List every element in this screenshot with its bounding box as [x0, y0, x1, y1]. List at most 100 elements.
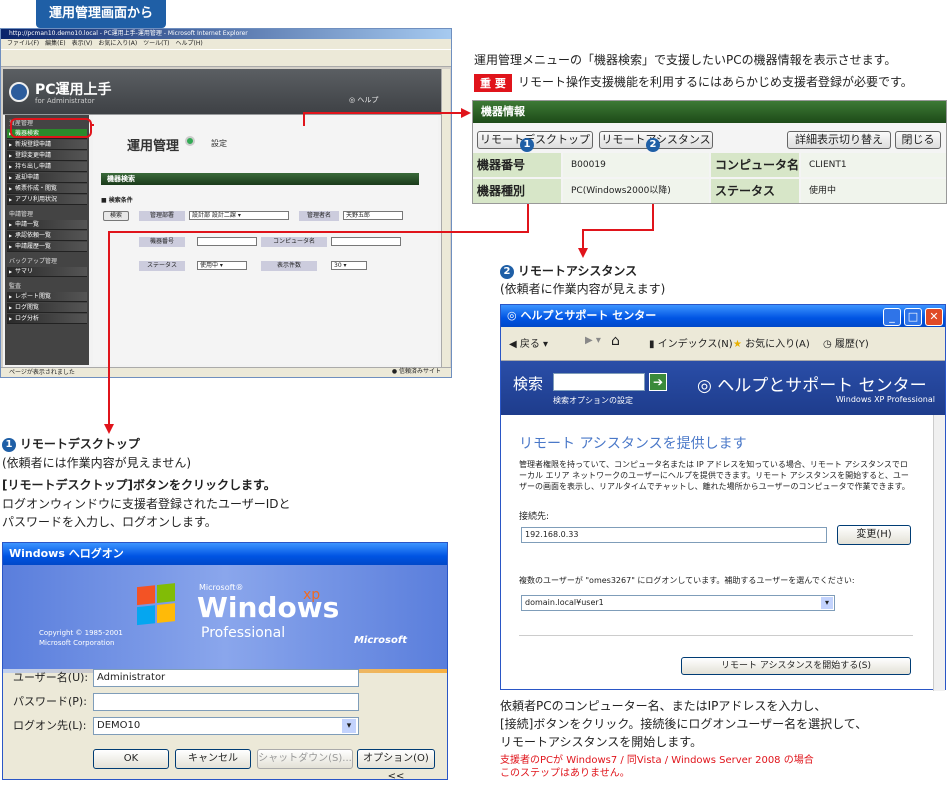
- back-button[interactable]: ◀ 戻る ▾: [509, 335, 548, 350]
- change-button[interactable]: 変更(H): [837, 525, 911, 545]
- sidebar-item[interactable]: 返却申請: [7, 173, 87, 183]
- important-text: リモート操作支援機能を利用するにはあらかじめ支援者登録が必要です。: [518, 75, 913, 89]
- search-options-link[interactable]: 検索オプションの設定: [553, 395, 633, 406]
- close-button[interactable]: 閉じる: [895, 131, 941, 149]
- maximize-button[interactable]: □: [904, 308, 922, 326]
- sidebar-item[interactable]: 新規登録申請: [7, 140, 87, 150]
- type-label: 機器種別: [473, 179, 561, 203]
- sidebar-item[interactable]: 帳票作成・閲覧: [7, 184, 87, 194]
- history-button[interactable]: ◷ 履歴(Y): [823, 335, 869, 350]
- connector-line: [582, 229, 654, 231]
- detail-toggle-button[interactable]: 詳細表示切り替え: [787, 131, 891, 149]
- user-select[interactable]: domain.local¥user1 ▾: [521, 595, 835, 611]
- pass-label: パスワード(P):: [13, 695, 87, 708]
- help-banner: 検索 ➔ 検索オプションの設定 ◎ ヘルプとサポート センター Windows …: [501, 361, 945, 415]
- ms-logo: Microsoft: [353, 635, 407, 646]
- logon-title: Windows へログオン: [3, 543, 447, 565]
- cond-label: ■ 検索条件: [101, 197, 133, 204]
- forward-button[interactable]: ▶ ▾: [585, 335, 601, 346]
- cancel-button[interactable]: キャンセル: [175, 749, 251, 769]
- password-input[interactable]: [93, 693, 359, 711]
- step2-sub: (依頼者に作業内容が見えます): [500, 282, 666, 296]
- conn-input[interactable]: 192.168.0.33: [521, 527, 827, 543]
- remote-desktop-button[interactable]: リモートデスクトップ: [477, 131, 593, 149]
- step2-desc3: リモートアシスタンスを開始します。: [500, 735, 703, 749]
- conn-label: 接続先:: [519, 512, 550, 522]
- step2-note2: このステップはありません。: [500, 768, 630, 779]
- windows-flag-icon: [137, 583, 177, 627]
- sidebar-item[interactable]: 申請履歴一覧: [7, 242, 87, 252]
- close-icon[interactable]: ✕: [925, 308, 943, 326]
- start-ra-button[interactable]: リモート アシスタンスを開始する(S): [681, 657, 911, 675]
- step1-sub: (依頼者には作業内容が見えません): [2, 456, 192, 470]
- ok-button[interactable]: OK: [93, 749, 169, 769]
- important-badge: 重 要: [474, 74, 512, 92]
- admin-label: 管理者名: [299, 211, 339, 221]
- num-value: B00019: [563, 153, 709, 177]
- dept-label: 管理部署: [139, 211, 185, 221]
- help-scrollbar[interactable]: [933, 415, 945, 691]
- favorites-button[interactable]: ★ お気に入り(A): [733, 335, 810, 350]
- index-button[interactable]: ▮ インデックス(N): [649, 335, 733, 350]
- shutdown-button[interactable]: シャットダウン(S)...: [257, 749, 353, 769]
- sidebar-item[interactable]: 承認依頼一覧: [7, 231, 87, 241]
- arrow-down: [104, 424, 114, 434]
- ie-statusbar: ページが表示されました: [1, 367, 451, 377]
- main-title: 運用管理: [127, 139, 180, 154]
- sidebar-item[interactable]: ログ閲覧: [7, 303, 87, 313]
- help-window: ◎ ヘルプとサポート センター _ □ ✕ ◀ 戻る ▾ ▶ ▾ ⌂ ▮ インデ…: [500, 304, 946, 691]
- dest-select[interactable]: DEMO10 ▾: [93, 717, 359, 735]
- users-label: 複数のユーザーが "omes3267" にログオンしています。補助するユーザーを…: [519, 576, 855, 585]
- step2-desc1: 依頼者PCのコンピューター名、またはIPアドレスを入力し、: [500, 699, 827, 713]
- sidebar-item[interactable]: 申請一覧: [7, 220, 87, 230]
- dept-select[interactable]: 設計部 設計二課 ▾: [189, 211, 289, 220]
- num-input[interactable]: [197, 237, 257, 246]
- settings-icon[interactable]: [185, 136, 195, 146]
- help-toolbar: ◀ 戻る ▾ ▶ ▾ ⌂ ▮ インデックス(N) ★ お気に入り(A) ◷ 履歴…: [501, 327, 945, 361]
- ie-menubar[interactable]: ファイル(F) 編集(E) 表示(V) お気に入り(A) ツール(T) ヘルプ(…: [1, 39, 451, 49]
- sidebar-item[interactable]: 持ち出し申請: [7, 162, 87, 172]
- logo-pro: Professional: [201, 625, 286, 641]
- sidebar-item[interactable]: 登録変更申請: [7, 151, 87, 161]
- highlight-frame: [10, 118, 92, 138]
- ie-window: http://pcman10.demo10.local - PC運用上手-運用管…: [0, 28, 452, 378]
- intro-text: 運用管理メニューの「機器検索」で支援したいPCの機器情報を表示させます。: [474, 53, 897, 67]
- home-icon[interactable]: ⌂: [611, 333, 620, 349]
- type-value: PC(Windows2000以降): [563, 179, 709, 203]
- device-info-title: 機器情報: [473, 101, 946, 123]
- sidebar-item[interactable]: ログ分析: [7, 314, 87, 324]
- search-button[interactable]: 検索: [103, 211, 129, 221]
- header-tag: 運用管理画面から: [36, 0, 166, 28]
- admin-input[interactable]: 天野五郎: [343, 211, 403, 220]
- comp-input[interactable]: [331, 237, 401, 246]
- step2-heading: 2 リモートアシスタンス: [500, 263, 637, 280]
- dest-label: ログオン先(L):: [13, 719, 87, 732]
- sidebar-category: 申請管理: [9, 211, 34, 218]
- chevron-down-icon[interactable]: ▾: [342, 719, 356, 733]
- status-label: ステータス: [139, 261, 185, 271]
- sidebar-category: バックアップ管理: [9, 258, 58, 265]
- help-brand-sub: Windows XP Professional: [835, 395, 935, 404]
- logon-banner: Microsoft® Windows xp Professional Copyr…: [3, 565, 447, 669]
- connector-line: [108, 231, 529, 233]
- help-link[interactable]: ◎ ヘルプ: [349, 95, 378, 105]
- status-select[interactable]: 使用中 ▾: [197, 261, 247, 270]
- brand-icon: [9, 82, 29, 102]
- settings-link[interactable]: 設定: [211, 138, 227, 149]
- connector-line: [303, 112, 305, 126]
- minimize-button[interactable]: _: [883, 308, 901, 326]
- step2-desc2: [接続]ボタンをクリック。接続後にログオンユーザー名を選択して、: [500, 717, 868, 731]
- step1-desc1: ログオンウィンドウに支援者登録されたユーザーIDと: [2, 497, 291, 511]
- sidebar-item[interactable]: アプリ利用状況: [7, 195, 87, 205]
- help-title: ◎ ヘルプとサポート センター: [501, 305, 945, 327]
- count-select[interactable]: 30 ▾: [331, 261, 367, 270]
- sidebar-item[interactable]: サマリ: [7, 267, 87, 277]
- chevron-down-icon[interactable]: ▾: [821, 597, 833, 609]
- sidebar-item[interactable]: レポート閲覧: [7, 292, 87, 302]
- section-bar: 機器検索: [101, 173, 419, 185]
- search-input[interactable]: [553, 373, 645, 391]
- search-go-icon[interactable]: ➔: [649, 373, 667, 391]
- options-button[interactable]: オプション(O) <<: [357, 749, 435, 782]
- user-input[interactable]: Administrator: [93, 669, 359, 687]
- arrow-right: [461, 108, 471, 118]
